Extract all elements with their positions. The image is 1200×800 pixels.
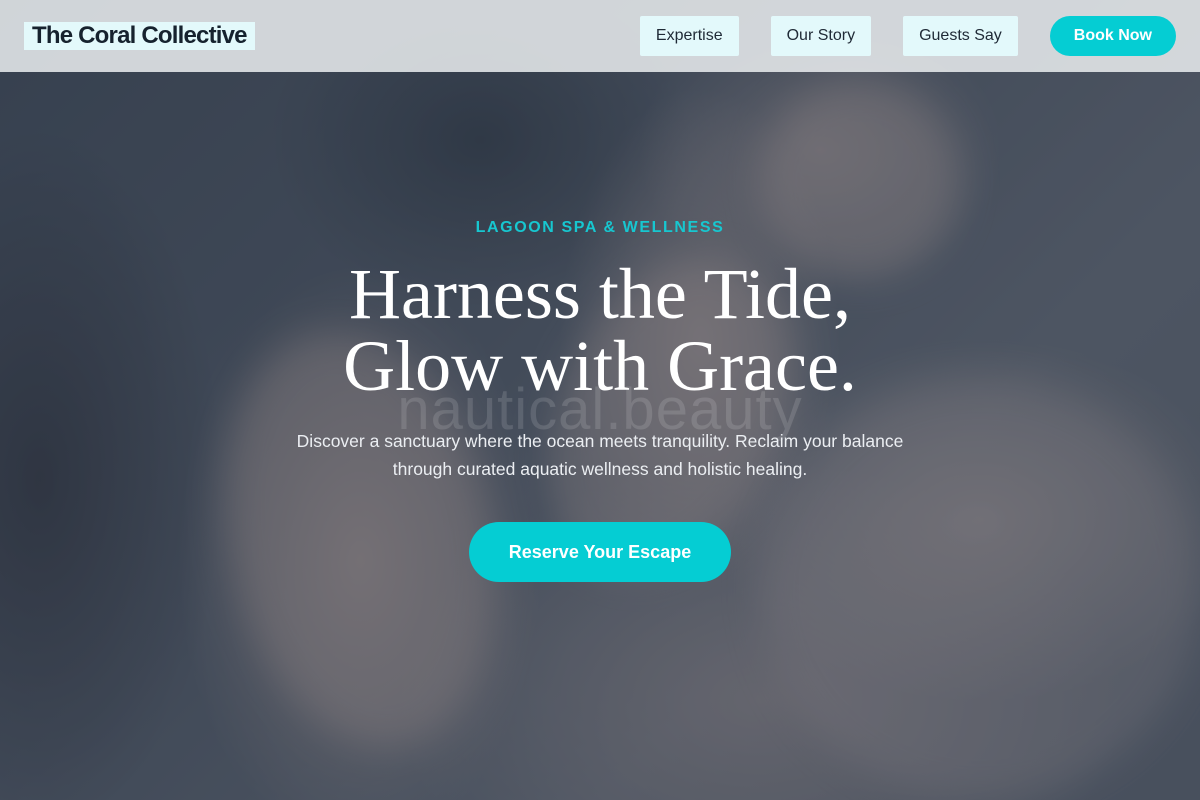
site-header: The Coral Collective Expertise Our Story… — [0, 0, 1200, 72]
reserve-escape-button[interactable]: Reserve Your Escape — [469, 522, 731, 582]
book-now-button[interactable]: Book Now — [1049, 16, 1176, 56]
hero-subtext: Discover a sanctuary where the ocean mee… — [0, 427, 1200, 483]
hero-headline: Harness the Tide, Glow with Grace. — [0, 258, 1200, 402]
headline-line-2: Glow with Grace. — [343, 326, 857, 406]
brand-logo[interactable]: The Coral Collective — [24, 22, 255, 50]
hero-eyebrow: LAGOON SPA & WELLNESS — [475, 219, 725, 236]
hero-background: The Coral Collective Expertise Our Story… — [0, 0, 1200, 800]
nav-link-guests-say[interactable]: Guests Say — [903, 16, 1018, 56]
nav-link-our-story[interactable]: Our Story — [770, 16, 872, 56]
nav-link-expertise[interactable]: Expertise — [639, 16, 739, 56]
main-nav: Expertise Our Story Guests Say Book Now — [639, 16, 1176, 56]
subtext-line-1: Discover a sanctuary where the ocean mee… — [296, 431, 904, 451]
headline-line-1: Harness the Tide, — [349, 254, 851, 334]
subtext-line-2: through curated aquatic wellness and hol… — [392, 459, 808, 479]
hero-content: LAGOON SPA & WELLNESS nautical.beauty Ha… — [0, 0, 1200, 800]
